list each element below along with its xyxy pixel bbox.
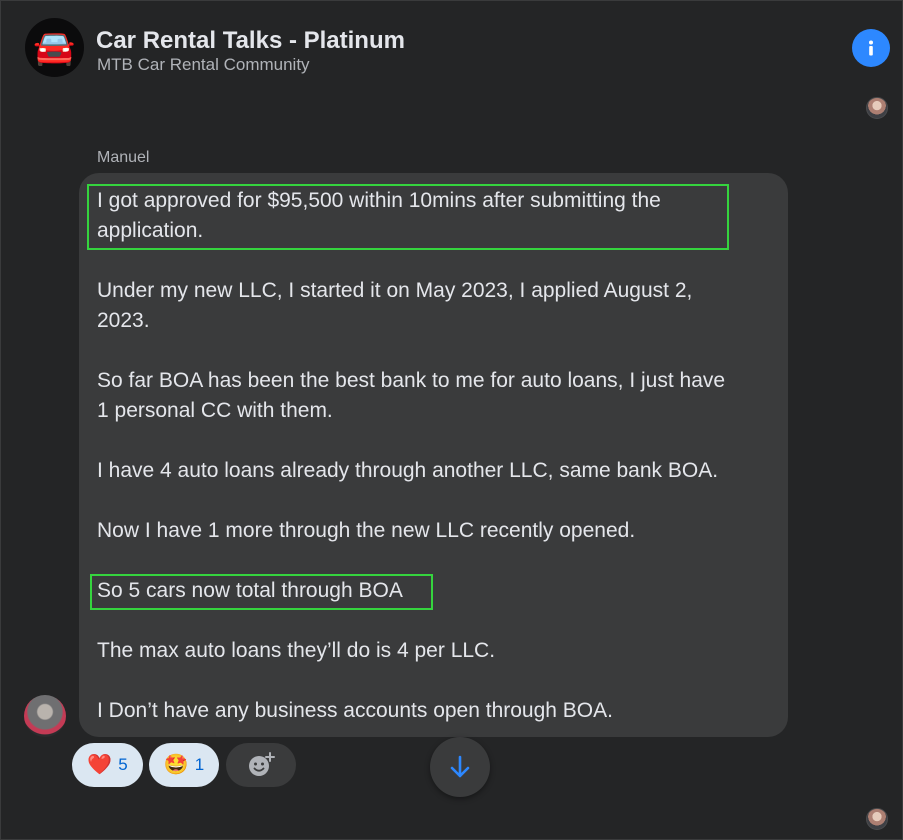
reaction-heart[interactable]: ❤️ 5: [72, 743, 143, 787]
group-avatar[interactable]: 🚘: [25, 18, 84, 77]
read-receipt-avatar: [866, 808, 888, 830]
message-line: I have 4 auto loans already through anot…: [97, 459, 719, 482]
message-line: Under my new LLC, I started it on May 20…: [97, 279, 693, 302]
message-line: application.: [97, 219, 204, 242]
star-struck-face-icon: 🤩: [163, 754, 189, 776]
add-reaction-icon: [249, 752, 275, 776]
chat-header: 🚘 Car Rental Talks - Platinum MTB Car Re…: [0, 0, 903, 92]
message-line: 1 personal CC with them.: [97, 399, 333, 422]
reaction-count: 5: [118, 755, 128, 774]
reaction-star-struck[interactable]: 🤩 1: [149, 743, 219, 787]
chat-subtitle[interactable]: MTB Car Rental Community: [97, 55, 310, 75]
sender-name: Manuel: [97, 149, 150, 166]
chat-title[interactable]: Car Rental Talks - Platinum: [96, 27, 405, 55]
arrow-down-icon: [450, 755, 470, 778]
message-line: The max auto loans they’ll do is 4 per L…: [97, 639, 496, 662]
message-line: I Don’t have any business accounts open …: [97, 699, 613, 722]
sender-avatar[interactable]: [24, 695, 66, 737]
message-line: I got approved for $95,500 within 10mins…: [97, 189, 661, 212]
car-icon: 🚘: [33, 28, 76, 67]
seen-by-avatar: [866, 97, 888, 119]
info-icon: [859, 36, 883, 60]
heart-icon: ❤️: [87, 754, 113, 776]
message-line: So far BOA has been the best bank to me …: [97, 369, 726, 392]
add-reaction-button[interactable]: [226, 743, 296, 787]
message-line: 2023.: [97, 309, 150, 332]
info-button[interactable]: [852, 29, 890, 67]
message-line: So 5 cars now total through BOA: [97, 579, 403, 602]
reaction-count: 1: [194, 755, 205, 774]
message-line: Now I have 1 more through the new LLC re…: [97, 519, 636, 542]
scroll-to-bottom-button[interactable]: [430, 737, 490, 797]
